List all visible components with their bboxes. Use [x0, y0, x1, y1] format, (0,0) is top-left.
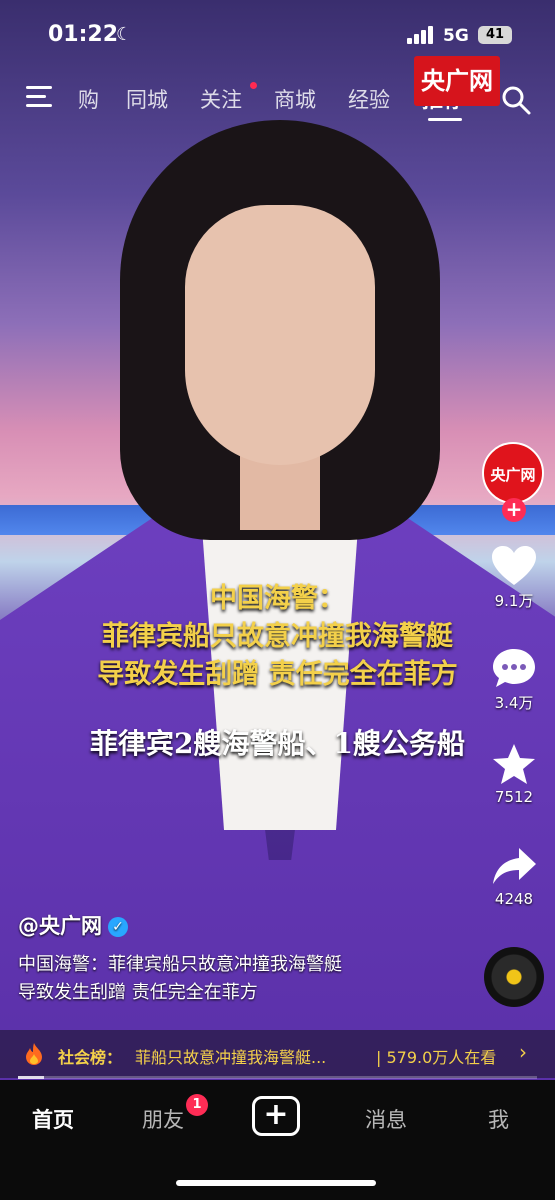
- share-arrow-icon: [493, 848, 536, 884]
- caption-line-3: 导致发生刮蹭 责任完全在菲方: [97, 659, 458, 690]
- author-avatar[interactable]: 央广网: [482, 442, 544, 504]
- active-tab-underline: [428, 118, 462, 121]
- signal-icon: [407, 26, 435, 44]
- nav-me[interactable]: 我: [488, 1104, 509, 1134]
- favorite-count: 7512: [494, 788, 534, 806]
- search-icon[interactable]: [500, 84, 532, 116]
- hot-list-tag: 社会榜：: [58, 1048, 123, 1067]
- like-count: 9.1万: [494, 592, 534, 610]
- author-name[interactable]: @央广网 ✓: [18, 910, 128, 940]
- nav-home[interactable]: 首页: [32, 1104, 74, 1134]
- author-handle[interactable]: @央广网: [18, 914, 102, 938]
- comment-button[interactable]: 3.4万: [482, 644, 546, 713]
- video-description[interactable]: 中国海警：菲律宾船只故意冲撞我海警艇 导致发生刮蹭 责任完全在菲方: [18, 951, 438, 1007]
- caption-line-2: 菲律宾船只故意冲撞我海警艇: [102, 621, 453, 652]
- friends-badge: 1: [186, 1094, 208, 1116]
- comment-count: 3.4万: [494, 694, 534, 712]
- music-disc-icon[interactable]: [484, 947, 544, 1007]
- tab-experience[interactable]: 经验: [348, 84, 390, 114]
- anchor-face: [185, 205, 375, 465]
- nav-messages[interactable]: 消息: [365, 1104, 407, 1134]
- hot-list-title: 菲船只故意冲撞我海警艇...: [135, 1048, 327, 1067]
- description-line-1: 中国海警：菲律宾船只故意冲撞我海警艇: [18, 954, 342, 975]
- comment-icon: [493, 649, 535, 687]
- home-indicator[interactable]: [176, 1180, 376, 1186]
- nav-friends[interactable]: 朋友: [142, 1104, 184, 1134]
- video-progress-bar[interactable]: [18, 1076, 537, 1079]
- tab-following[interactable]: 关注: [200, 84, 242, 114]
- like-button[interactable]: 9.1万: [482, 542, 546, 611]
- follow-plus-button[interactable]: +: [502, 498, 526, 522]
- tab-mall[interactable]: 商城: [274, 84, 316, 114]
- battery-indicator: 41: [478, 26, 512, 44]
- hot-list-viewers: | 579.0万人在看: [376, 1048, 497, 1067]
- following-notification-dot: [250, 82, 257, 89]
- chevron-right-icon: ›: [519, 1040, 527, 1064]
- verified-badge-icon: ✓: [108, 917, 128, 937]
- video-caption: 中国海警： 菲律宾船只故意冲撞我海警艇 导致发生刮蹭 责任完全在菲方 菲律宾2艘…: [0, 580, 555, 762]
- share-button[interactable]: 4248: [482, 842, 546, 908]
- hot-list-bar[interactable]: 社会榜： 菲船只故意冲撞我海警艇... | 579.0万人在看 ›: [0, 1030, 555, 1078]
- channel-watermark-logo: 央广网: [414, 56, 500, 106]
- video-progress-fill: [18, 1076, 44, 1079]
- status-time: 01:22: [48, 22, 119, 47]
- status-bar: 01:22 ☾ 5G 41: [0, 20, 555, 56]
- fire-icon: [26, 1043, 42, 1065]
- heart-icon: [492, 546, 536, 585]
- caption-line-1: 中国海警：: [210, 583, 345, 614]
- network-type: 5G: [443, 26, 469, 46]
- moon-icon: ☾: [116, 24, 133, 45]
- create-post-button[interactable]: +: [252, 1096, 300, 1136]
- share-count: 4248: [494, 890, 534, 908]
- menu-icon[interactable]: [26, 86, 52, 108]
- tab-shop[interactable]: 购: [78, 84, 99, 114]
- caption-line-4: 菲律宾2艘海警船、1艘公务船: [90, 727, 465, 760]
- tab-local[interactable]: 同城: [126, 84, 168, 114]
- star-icon: [493, 744, 535, 784]
- favorite-button[interactable]: 7512: [482, 740, 546, 806]
- description-line-2: 导致发生刮蹭 责任完全在菲方: [18, 982, 258, 1003]
